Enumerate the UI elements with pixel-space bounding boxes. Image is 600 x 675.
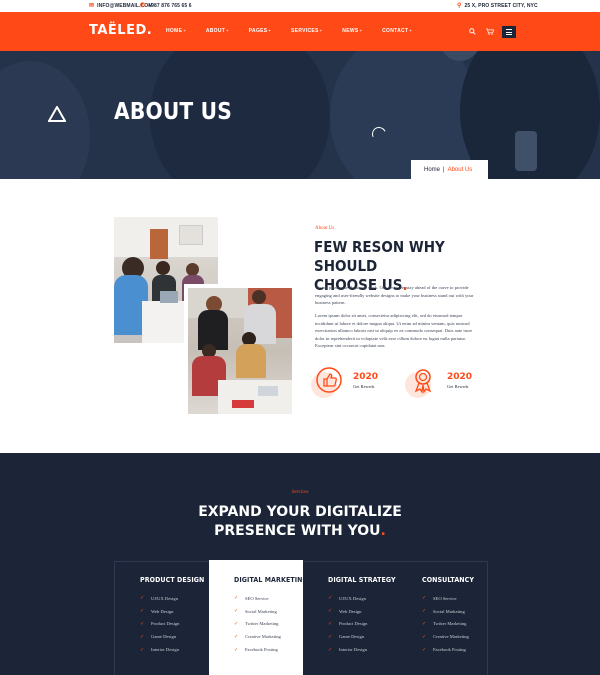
team-brainstorm-photo (184, 284, 296, 418)
service-item[interactable]: ✓ Game Design (328, 630, 397, 643)
check-icon: ✓ (140, 596, 145, 602)
check-icon: ✓ (140, 621, 145, 627)
nav-actions (468, 26, 516, 38)
check-icon: ✓ (328, 609, 333, 615)
service-item[interactable]: ✓ Web Design (328, 605, 397, 618)
breadcrumb-separator: | (443, 166, 445, 173)
check-icon: ✓ (422, 621, 427, 627)
page-title: ABOUT US (114, 99, 233, 125)
service-column-digital-marketing[interactable]: DIGITAL MARKETING ✓ SEO Service ✓ Social M… (209, 560, 308, 675)
service-item[interactable]: ✓ Facebook Posting (422, 643, 487, 656)
award-year: 2020 (353, 371, 379, 382)
menu-item-news[interactable]: NEWS (342, 28, 362, 34)
award-label: Get Rewrds (447, 383, 469, 389)
check-icon: ✓ (422, 609, 427, 615)
about-intro-paragraph: We are passionate about our work. Our de… (315, 285, 474, 306)
award-label: Get Rewrds (353, 383, 375, 389)
search-icon[interactable] (468, 27, 477, 37)
services-section: Services EXPAND YOUR DIGITALIZE PRESENCE… (0, 453, 600, 675)
service-item[interactable]: ✓ Twitter Marketing (234, 618, 303, 631)
service-item[interactable]: ✓ Interior Design (140, 643, 209, 656)
check-icon: ✓ (328, 621, 333, 627)
service-item[interactable]: ✓ Creative Marketing (422, 630, 487, 643)
check-icon: ✓ (140, 609, 145, 615)
check-icon: ✓ (234, 621, 239, 627)
hero-bg-figure (0, 61, 90, 179)
hero-bg-glass (515, 131, 537, 171)
main-navbar: TAËLED. HOME ABOUT PAGES SERVICES NEWS C… (0, 12, 600, 51)
phone-text: +987 876 765 65 6 (148, 3, 192, 9)
triangle-shape-icon (48, 106, 66, 122)
service-item[interactable]: ✓ Game Design (140, 630, 209, 643)
check-icon: ✓ (234, 634, 239, 640)
service-column-product-design[interactable]: PRODUCT DESIGN ✓ UI/UX Design ✓ Web Design… (115, 562, 209, 675)
address-text: 25 X, PRO STREET CITY, NYC (464, 3, 538, 9)
service-item[interactable]: ✓ Social Marketing (234, 605, 303, 618)
about-body-paragraph: Lorem ipsum dolor sit amet, consectetur … (315, 313, 473, 349)
service-item[interactable]: ✓ Creative Marketing (234, 630, 303, 643)
check-icon: ✓ (234, 647, 239, 653)
check-icon: ✓ (422, 634, 427, 640)
service-item[interactable]: ✓ UI/UX Design (328, 592, 397, 605)
breadcrumb-home-link[interactable]: Home (424, 167, 440, 173)
check-icon: ✓ (328, 647, 333, 653)
check-icon: ✓ (234, 596, 239, 602)
services-heading-line1: EXPAND YOUR DIGITALIZE (198, 504, 402, 520)
services-grid: PRODUCT DESIGN ✓ UI/UX Design ✓ Web Design… (114, 560, 488, 675)
service-column-consultancy[interactable]: CONSULTANCY ✓ SEO Service ✓ Social Marketi… (397, 562, 487, 675)
check-icon: ✓ (140, 647, 145, 653)
menu-item-contact[interactable]: CONTACT (382, 28, 412, 34)
service-item[interactable]: ✓ Twitter Marketing (422, 618, 487, 631)
check-icon: ✓ (422, 647, 427, 653)
service-column-title: PRODUCT DESIGN (140, 576, 205, 584)
heading-accent-dot: . (380, 523, 386, 539)
thumbs-up-icon (311, 366, 343, 398)
service-column-digital-strategy[interactable]: DIGITAL STRATEGY ✓ UI/UX Design ✓ Web Desi… (303, 562, 397, 675)
mail-icon: ✉ (89, 3, 95, 9)
check-icon: ✓ (234, 609, 239, 615)
top-info-bar: ✉ INFO@WEBMAIL.COM ✆ +987 876 765 65 6 ⚲… (0, 0, 600, 12)
menu-item-home[interactable]: HOME (166, 28, 186, 34)
service-item[interactable]: ✓ UI/UX Design (140, 592, 209, 605)
service-item[interactable]: ✓ Social Marketing (422, 605, 487, 618)
site-logo[interactable]: TAËLED. (89, 23, 152, 38)
page-hero-banner: ABOUT US (0, 51, 600, 179)
menu-item-services[interactable]: SERVICES (291, 28, 322, 34)
menu-item-about[interactable]: ABOUT (206, 28, 229, 34)
check-icon: ✓ (140, 634, 145, 640)
services-subtitle: Services (291, 490, 309, 495)
location-pin-icon: ⚲ (457, 3, 462, 9)
service-item[interactable]: ✓ Product Design (140, 618, 209, 631)
phone-info[interactable]: ✆ +987 876 765 65 6 (140, 3, 192, 9)
menu-item-pages[interactable]: PAGES (249, 28, 271, 34)
about-subtitle: About Us (315, 226, 335, 231)
about-heading-line1: FEW RESON WHY SHOULD (314, 238, 445, 275)
service-column-title: DIGITAL MARKETING (234, 576, 308, 584)
service-column-title: CONSULTANCY (422, 576, 475, 584)
service-column-title: DIGITAL STRATEGY (328, 576, 396, 584)
service-item[interactable]: ✓ SEO Service (422, 592, 487, 605)
breadcrumb: Home | About Us (411, 160, 488, 179)
main-menu: HOME ABOUT PAGES SERVICES NEWS CONTACT (166, 28, 432, 34)
address-info: ⚲ 25 X, PRO STREET CITY, NYC (457, 3, 538, 9)
services-heading: EXPAND YOUR DIGITALIZE PRESENCE WITH YOU… (0, 503, 600, 541)
service-item[interactable]: ✓ Product Design (328, 618, 397, 631)
service-item[interactable]: ✓ SEO Service (234, 592, 303, 605)
service-item[interactable]: ✓ Web Design (140, 605, 209, 618)
check-icon: ✓ (328, 634, 333, 640)
hamburger-menu-button[interactable] (502, 26, 516, 38)
award-item: 2020 Get Rewrds (405, 366, 473, 398)
services-heading-line2: PRESENCE WITH YOU (214, 523, 381, 539)
breadcrumb-current: About Us (447, 166, 473, 173)
award-item: 2020 Get Rewrds (311, 366, 379, 398)
phone-icon: ✆ (140, 3, 146, 9)
medal-icon (405, 366, 437, 398)
check-icon: ✓ (328, 596, 333, 602)
cart-icon[interactable] (485, 27, 494, 37)
check-icon: ✓ (422, 596, 427, 602)
service-item[interactable]: ✓ Facebook Posting (234, 643, 303, 656)
service-item[interactable]: ✓ Interior Design (328, 643, 397, 656)
award-year: 2020 (447, 371, 473, 382)
